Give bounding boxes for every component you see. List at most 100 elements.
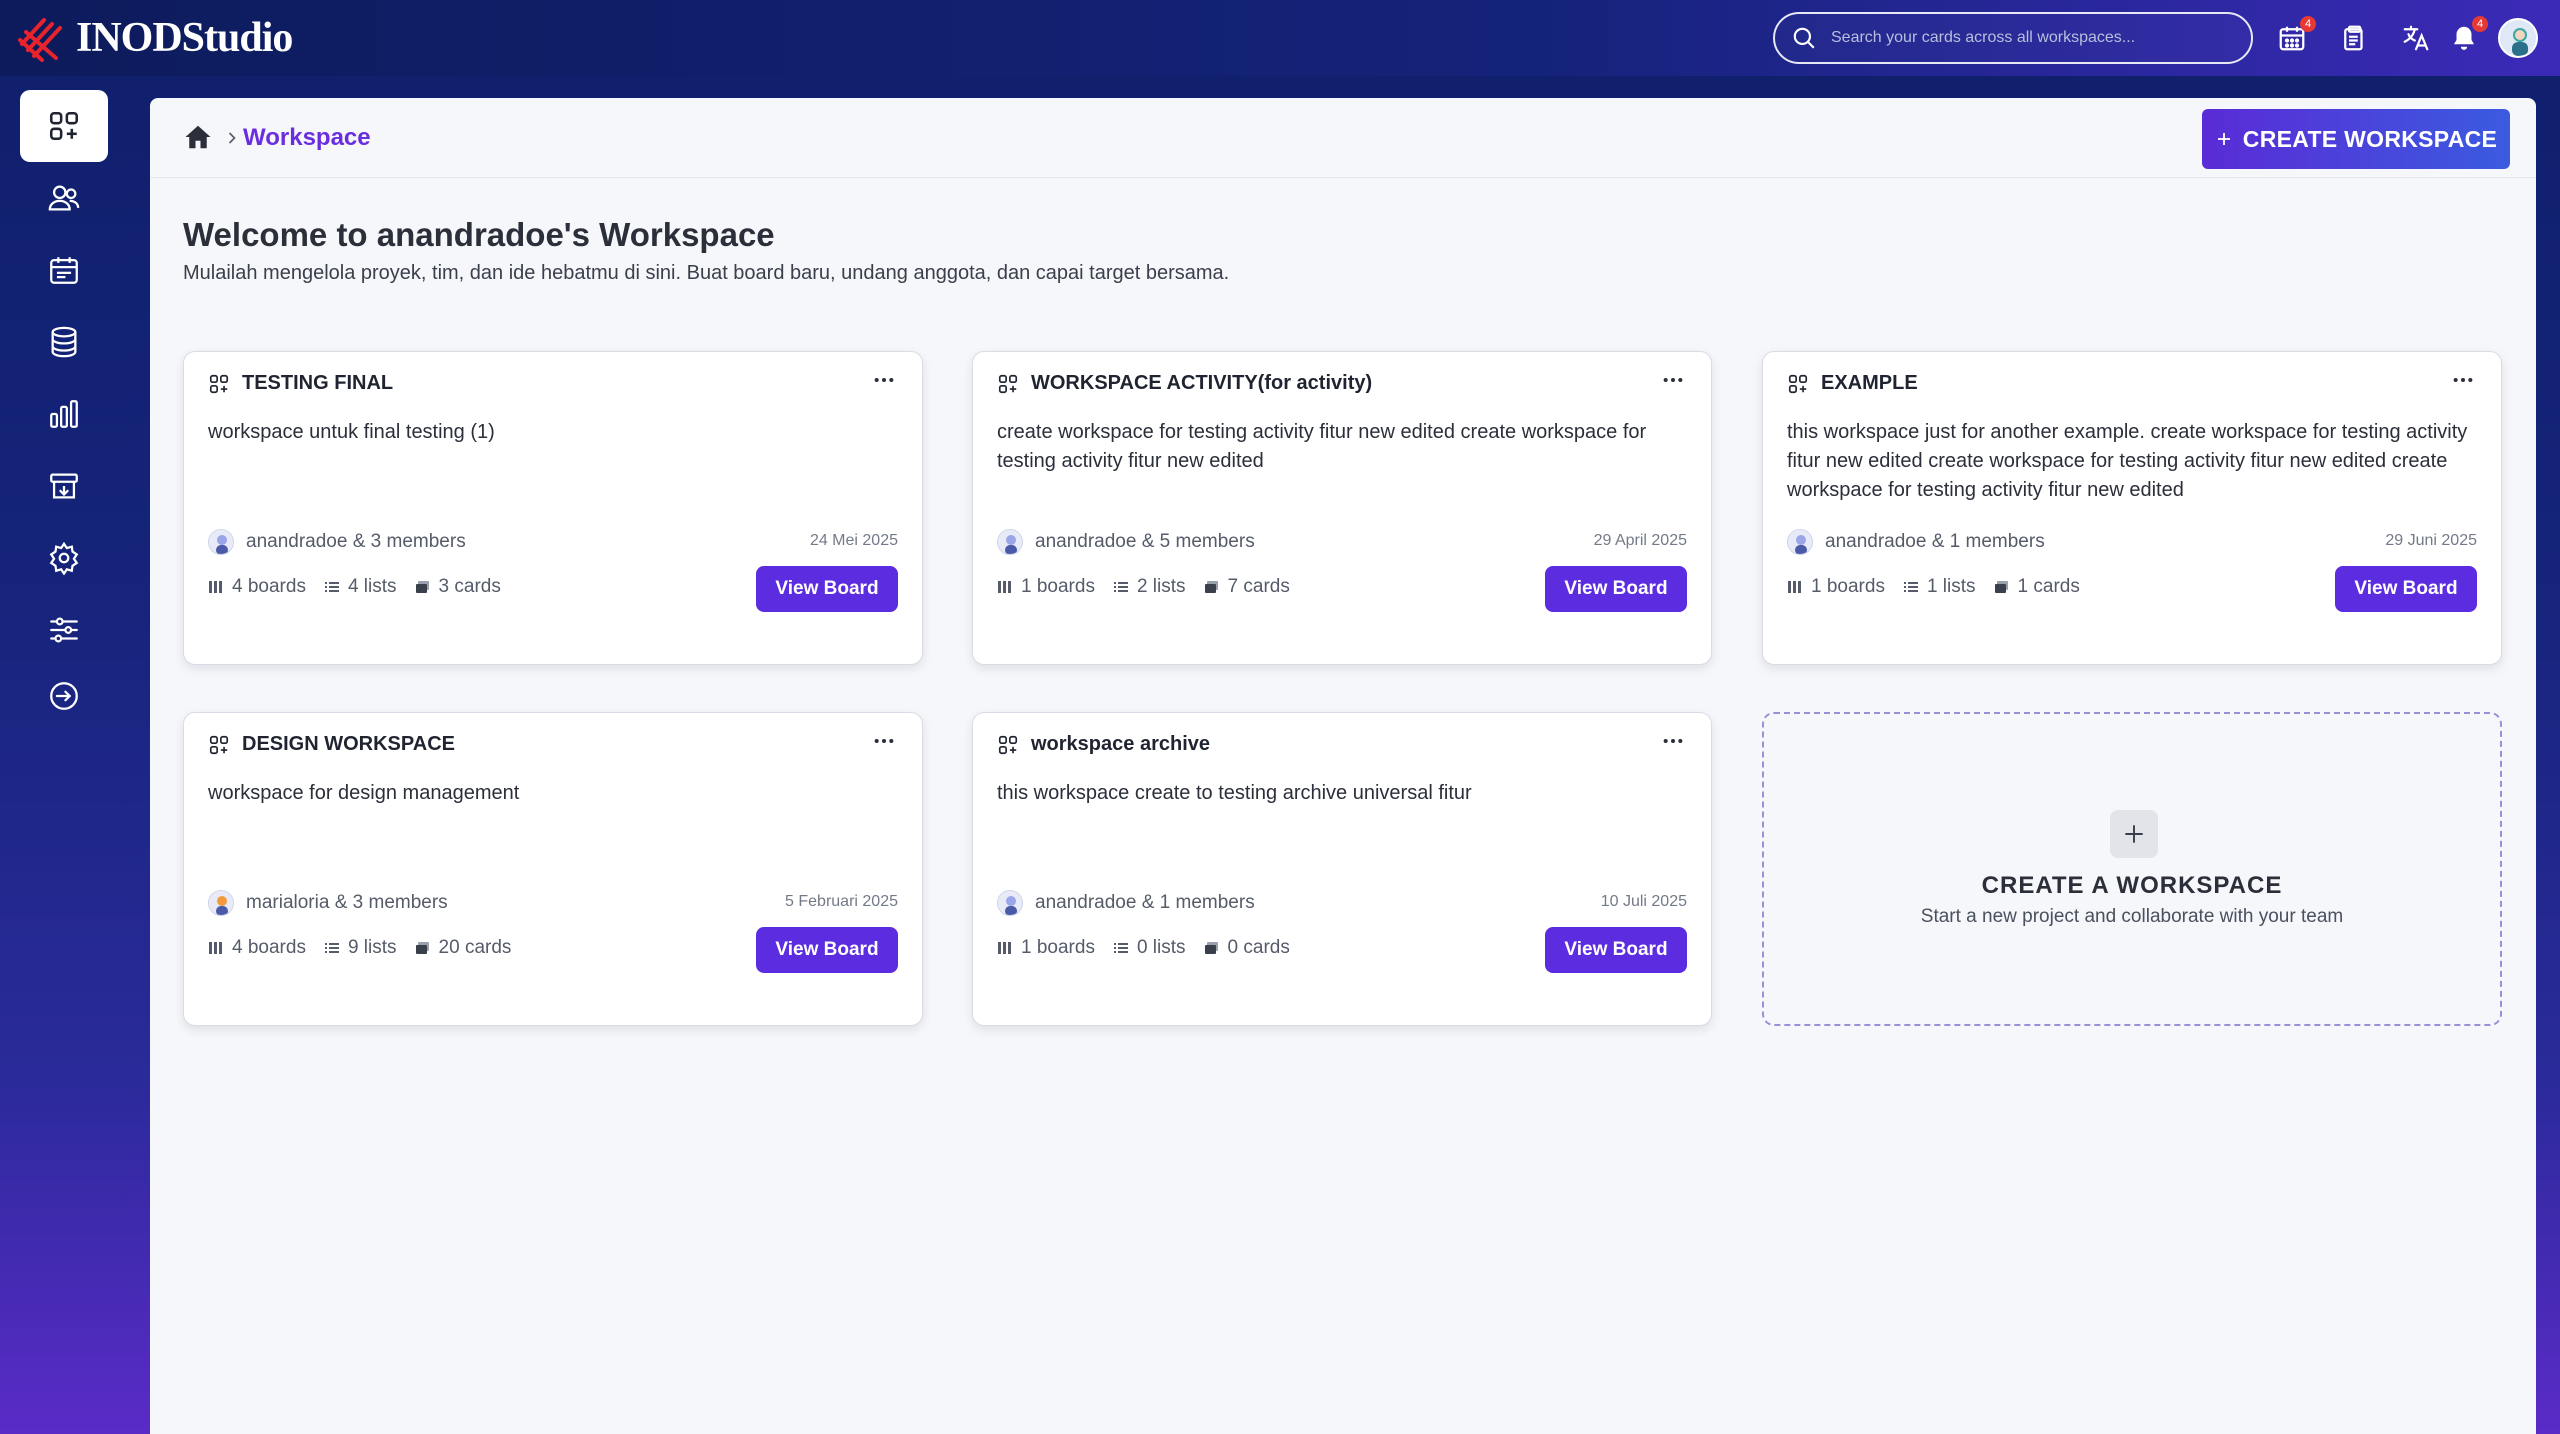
- create-card-subtitle: Start a new project and collaborate with…: [1920, 906, 2344, 927]
- more-options-button[interactable]: [868, 368, 900, 392]
- sidebar-item-settings[interactable]: [20, 522, 108, 594]
- view-board-button[interactable]: View Board: [756, 927, 898, 973]
- view-board-button[interactable]: View Board: [756, 566, 898, 612]
- boards-count: 1 boards: [1021, 576, 1095, 597]
- archive-icon: [50, 473, 78, 499]
- create-card-title: CREATE A WORKSPACE: [1981, 872, 2283, 899]
- logo-mark-icon: [18, 18, 62, 62]
- workspace-grid-icon: [209, 374, 229, 393]
- clipboard-button[interactable]: [2336, 20, 2372, 56]
- cards-icon: [1204, 581, 1218, 593]
- boards-icon: [998, 942, 1011, 954]
- bar-chart-icon: [50, 400, 78, 428]
- notifications-button[interactable]: 4: [2446, 16, 2488, 56]
- member-avatar-icon: [998, 530, 1022, 554]
- workspace-date: 29 April 2025: [1593, 532, 1687, 549]
- more-options-button[interactable]: [1657, 729, 1689, 753]
- sidebar-item-preferences[interactable]: [20, 594, 108, 666]
- cards-count: 3 cards: [438, 576, 501, 597]
- workspace-date: 29 Juni 2025: [2385, 532, 2477, 549]
- sidebar-item-database[interactable]: [20, 306, 108, 378]
- workspace-name: DESIGN WORKSPACE: [242, 733, 455, 755]
- plus-icon: [2217, 133, 2230, 145]
- workspace-members: anandradoe & 1 members: [1787, 529, 2045, 555]
- workspace-card[interactable]: WORKSPACE ACTIVITY(for activity) create …: [972, 351, 1712, 665]
- translate-button[interactable]: [2398, 20, 2434, 56]
- create-plus-button[interactable]: [2110, 810, 2158, 858]
- more-dots-icon: [874, 377, 894, 383]
- members-label: anandradoe & 1 members: [1825, 531, 2045, 552]
- card-title: WORKSPACE ACTIVITY(for activity): [997, 372, 1372, 395]
- logout-arrow-icon: [50, 682, 78, 710]
- member-avatar-icon: [1788, 530, 1812, 554]
- lists-count: 2 lists: [1136, 576, 1186, 597]
- search-bar[interactable]: [1773, 12, 2253, 64]
- member-avatar-icon: [209, 530, 233, 554]
- cards-icon: [1994, 581, 2008, 593]
- workspace-date: 5 Februari 2025: [785, 893, 898, 910]
- sidebar-item-members[interactable]: [20, 162, 108, 234]
- create-workspace-card[interactable]: CREATE A WORKSPACE Start a new project a…: [1762, 712, 2502, 1026]
- boards-icon: [998, 581, 1011, 593]
- more-options-button[interactable]: [868, 729, 900, 753]
- sidebar-item-reports[interactable]: [20, 378, 108, 450]
- member-avatar: [997, 529, 1023, 555]
- members-label: anandradoe & 1 members: [1035, 892, 1255, 913]
- workspace-card[interactable]: workspace archive this workspace create …: [972, 712, 1712, 1026]
- chevron-right-icon: [228, 132, 236, 144]
- more-dots-icon: [2453, 377, 2473, 383]
- cards-stat: 7 cards: [1204, 576, 1290, 598]
- workspace-name: TESTING FINAL: [242, 372, 394, 394]
- more-dots-icon: [1663, 377, 1683, 383]
- calendar-button[interactable]: 4: [2274, 16, 2316, 56]
- more-options-button[interactable]: [2447, 368, 2479, 392]
- view-board-button[interactable]: View Board: [1545, 566, 1687, 612]
- view-board-button[interactable]: View Board: [1545, 927, 1687, 973]
- lists-stat: 2 lists: [1113, 576, 1186, 598]
- workspace-grid-icon: [49, 111, 79, 141]
- cards-icon: [415, 581, 429, 593]
- workspace-date: 10 Juli 2025: [1600, 893, 1687, 910]
- workspace-description: this workspace create to testing archive…: [997, 782, 1472, 804]
- lists-count: 9 lists: [347, 937, 397, 958]
- cards-stat: 20 cards: [415, 937, 511, 959]
- workspace-card[interactable]: DESIGN WORKSPACE workspace for design ma…: [183, 712, 923, 1026]
- lists-count: 4 lists: [347, 576, 397, 597]
- cards-icon: [1204, 942, 1218, 954]
- logo[interactable]: INODStudio: [18, 14, 293, 62]
- boards-icon: [209, 942, 222, 954]
- search-icon: [1793, 27, 1815, 49]
- members-label: anandradoe & 5 members: [1035, 531, 1255, 552]
- view-board-button[interactable]: View Board: [2335, 566, 2477, 612]
- more-options-button[interactable]: [1657, 368, 1689, 392]
- sidebar-item-archive[interactable]: [20, 450, 108, 522]
- workspace-description: workspace untuk final testing (1): [208, 421, 495, 443]
- members-label: anandradoe & 3 members: [246, 531, 466, 552]
- create-workspace-button[interactable]: CREATE WORKSPACE: [2202, 109, 2510, 169]
- workspace-grid-icon: [1788, 374, 1808, 393]
- sidebar-item-logout[interactable]: [20, 660, 108, 732]
- lists-count: 0 lists: [1136, 937, 1186, 958]
- list-icon: [1113, 582, 1128, 592]
- sidebar-item-calendar[interactable]: [20, 234, 108, 306]
- plus-icon: [2125, 825, 2143, 843]
- sliders-icon: [50, 617, 78, 643]
- cards-icon: [415, 942, 429, 954]
- cards-stat: 0 cards: [1204, 937, 1290, 959]
- create-workspace-label: CREATE WORKSPACE: [2242, 125, 2498, 152]
- workspace-card[interactable]: TESTING FINAL workspace untuk final test…: [183, 351, 923, 665]
- clipboard-icon: [2344, 25, 2363, 51]
- cards-count: 7 cards: [1227, 576, 1290, 597]
- search-input[interactable]: [1831, 29, 2211, 47]
- user-avatar[interactable]: [2498, 18, 2538, 58]
- cards-count: 1 cards: [2017, 576, 2080, 597]
- home-icon[interactable]: [182, 122, 214, 152]
- workspace-card[interactable]: EXAMPLE this workspace just for another …: [1762, 351, 2502, 665]
- main-panel: Workspace CREATE WORKSPACE Welcome to an…: [150, 98, 2536, 1434]
- users-icon: [48, 185, 80, 211]
- breadcrumb-current[interactable]: Workspace: [243, 124, 371, 152]
- sidebar-item-workspace[interactable]: [20, 90, 108, 162]
- lists-count: 1 lists: [1926, 576, 1976, 597]
- boards-stat: 1 boards: [1787, 576, 1885, 598]
- member-avatar-icon: [998, 891, 1022, 915]
